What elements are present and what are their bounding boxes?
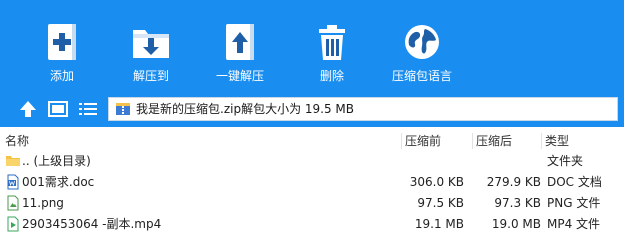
one-click-extract-button[interactable]: 一键解压 — [190, 0, 290, 92]
file-packed-size: 97.5 KB — [417, 196, 464, 210]
file-packed-size: 306.0 KB — [409, 175, 464, 189]
toolbar: 添加 解压到 一键解压 删除 压缩包语言 — [0, 0, 624, 92]
add-icon — [48, 24, 76, 60]
file-type: PNG 文件 — [547, 196, 601, 210]
list-item[interactable]: .. (上级目录) 文件夹 — [0, 151, 624, 172]
image-file-icon — [7, 195, 19, 211]
doc-icon — [7, 174, 19, 190]
archive-language-button[interactable]: 压缩包语言 — [372, 0, 472, 92]
column-header: 名称 压缩前 压缩后 类型 — [0, 131, 624, 151]
delete-label: 删除 — [319, 69, 344, 83]
column-divider — [401, 133, 402, 149]
one-click-extract-icon — [226, 24, 254, 60]
path-field[interactable]: 我是新的压缩包.zip解包大小为 19.5 MB — [108, 97, 618, 121]
thumbnail-view-icon[interactable] — [48, 100, 68, 118]
file-list: .. (上级目录) 文件夹 001需求.doc 306.0 KB 279.9 K… — [0, 151, 624, 235]
file-type: MP4 文件 — [547, 217, 601, 231]
file-name: 001需求.doc — [22, 175, 95, 189]
extract-to-label: 解压到 — [132, 69, 169, 83]
file-name: 11.png — [22, 196, 64, 210]
one-click-extract-label: 一键解压 — [215, 69, 264, 83]
zip-archive-icon — [116, 103, 130, 115]
file-name: .. (上级目录) — [22, 154, 91, 168]
trash-icon — [319, 25, 345, 60]
column-packed[interactable]: 压缩前 — [405, 131, 441, 151]
file-type: 文件夹 — [547, 154, 584, 168]
archive-language-label: 压缩包语言 — [391, 69, 452, 83]
video-file-icon — [7, 216, 19, 232]
list-item[interactable]: 001需求.doc 306.0 KB 279.9 KB DOC 文档 — [0, 172, 624, 193]
address-bar: 我是新的压缩包.zip解包大小为 19.5 MB — [0, 92, 624, 127]
file-packed-size: 19.1 MB — [414, 217, 464, 231]
column-type[interactable]: 类型 — [545, 131, 569, 151]
folder-icon — [6, 156, 20, 166]
add-button[interactable]: 添加 — [12, 0, 112, 92]
up-arrow-icon[interactable] — [18, 99, 38, 119]
extract-to-icon — [133, 30, 169, 58]
list-item[interactable]: 2903453064 -副本.mp4 19.1 MB 19.0 MB MP4 文… — [0, 214, 624, 235]
column-unpacked[interactable]: 压缩后 — [476, 131, 512, 151]
file-unpacked-size: 97.3 KB — [494, 196, 541, 210]
file-name: 2903453064 -副本.mp4 — [22, 217, 162, 231]
file-unpacked-size: 19.0 MB — [491, 217, 541, 231]
column-name[interactable]: 名称 — [5, 131, 29, 151]
column-divider — [541, 133, 542, 149]
file-unpacked-size: 279.9 KB — [486, 175, 541, 189]
list-item[interactable]: 11.png 97.5 KB 97.3 KB PNG 文件 — [0, 193, 624, 214]
delete-button[interactable]: 删除 — [282, 0, 382, 92]
file-type: DOC 文档 — [547, 175, 602, 189]
extract-to-button[interactable]: 解压到 — [101, 0, 201, 92]
column-divider — [472, 133, 473, 149]
list-view-icon[interactable] — [78, 100, 98, 118]
add-label: 添加 — [49, 69, 74, 83]
path-text: 我是新的压缩包.zip解包大小为 19.5 MB — [136, 102, 354, 116]
globe-icon — [405, 25, 439, 59]
